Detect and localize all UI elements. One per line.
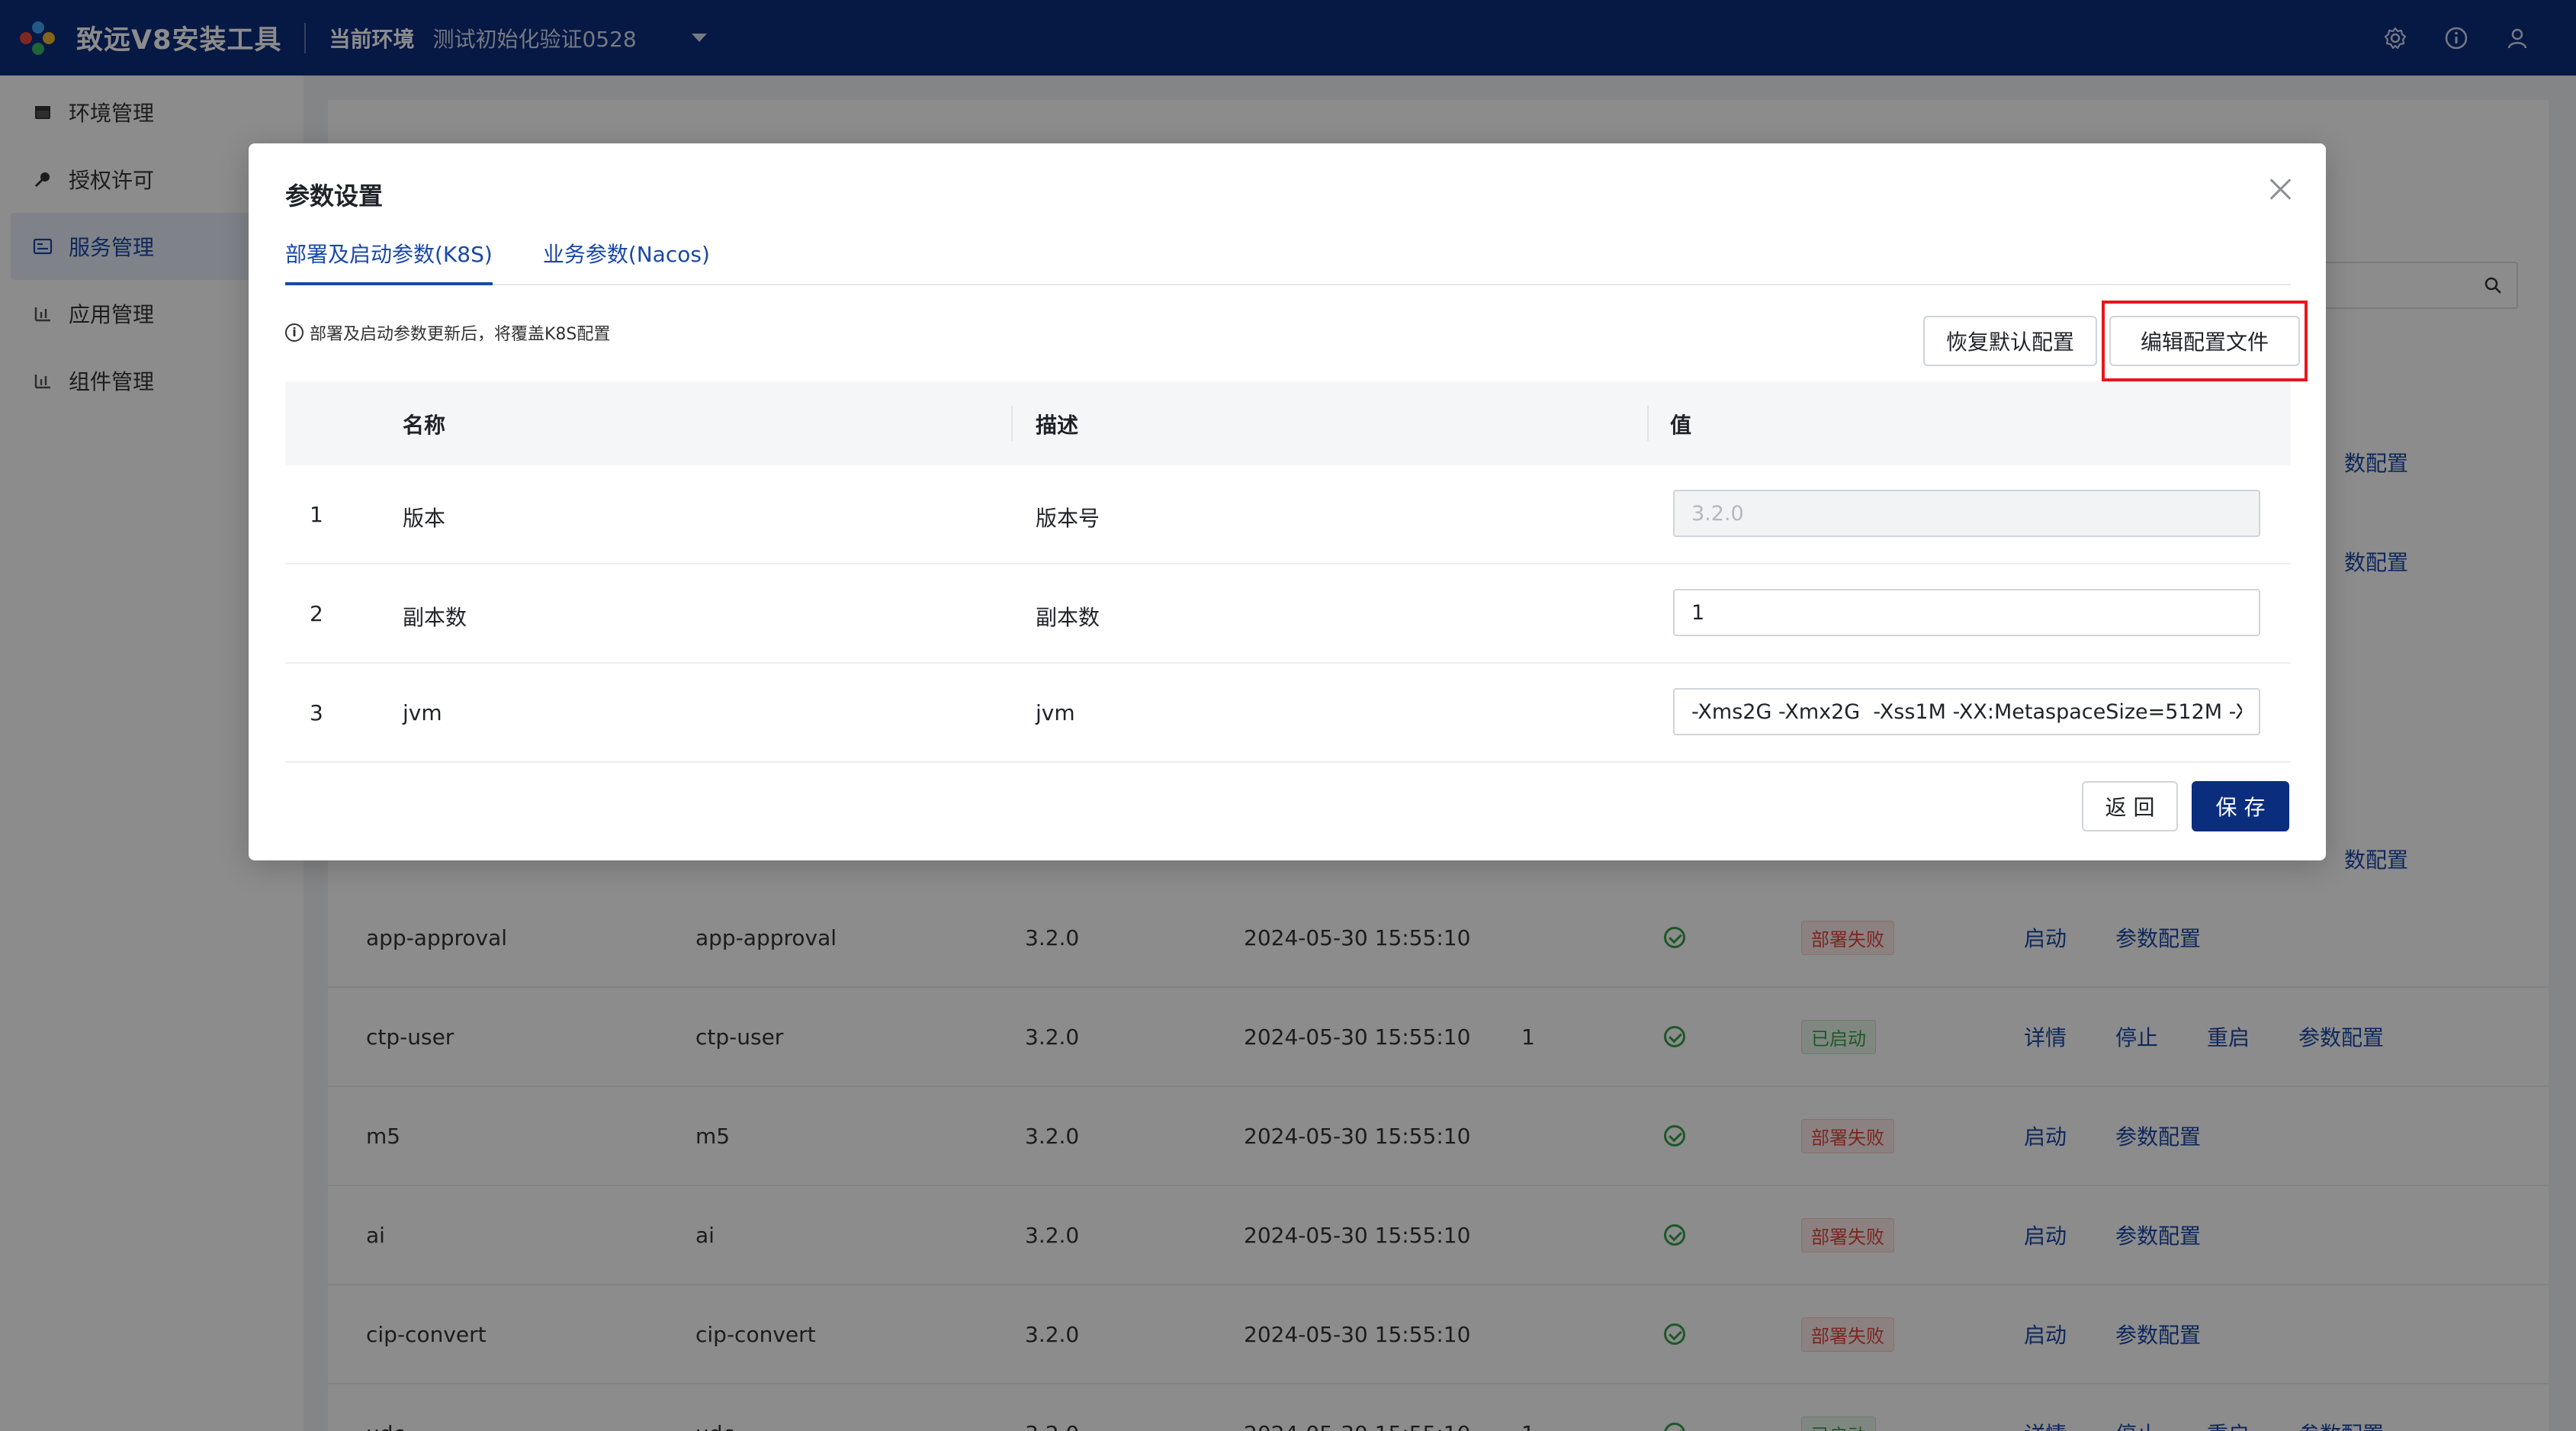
tab-k8s-params[interactable]: 部署及启动参数(K8S) xyxy=(285,233,493,285)
param-settings-modal: 参数设置 部署及启动参数(K8S) 业务参数(Nacos) i 部署及启动参数更… xyxy=(249,143,2326,860)
row-desc: 副本数 xyxy=(1036,605,1100,630)
table-header: 名称 描述 值 xyxy=(285,381,2291,465)
params-table: 名称 描述 值 1 版本 版本号 2 副本数 副本数 3 jvm jvm xyxy=(285,381,2291,763)
highlight-annotation xyxy=(2102,301,2308,381)
table-row: 2 副本数 副本数 xyxy=(285,564,2291,664)
save-button[interactable]: 保 存 xyxy=(2192,781,2289,831)
version-input xyxy=(1673,490,2260,537)
modal-title: 参数设置 xyxy=(285,182,384,211)
notice-label: 部署及启动参数更新后，将覆盖K8S配置 xyxy=(310,325,611,344)
column-divider xyxy=(1011,406,1013,441)
row-name: 版本 xyxy=(403,506,446,531)
close-icon[interactable] xyxy=(2265,174,2295,204)
jvm-input[interactable] xyxy=(1673,688,2260,735)
column-divider xyxy=(1647,406,1649,441)
row-desc: 版本号 xyxy=(1036,506,1100,531)
row-index: 1 xyxy=(310,502,323,527)
row-index: 2 xyxy=(310,601,323,626)
row-desc: jvm xyxy=(1036,700,1075,725)
table-row: 3 jvm jvm xyxy=(285,664,2291,763)
back-button[interactable]: 返 回 xyxy=(2082,781,2178,831)
row-name: 副本数 xyxy=(403,605,467,630)
modal-tabs: 部署及启动参数(K8S) 业务参数(Nacos) xyxy=(285,233,2291,285)
header-value: 值 xyxy=(1670,413,1692,438)
table-row: 1 版本 版本号 xyxy=(285,465,2291,564)
row-name: jvm xyxy=(403,700,442,725)
restore-default-button[interactable]: 恢复默认配置 xyxy=(1923,316,2097,366)
info-circle-icon: i xyxy=(285,323,304,342)
replicas-input[interactable] xyxy=(1673,589,2260,636)
header-desc: 描述 xyxy=(1036,413,1079,438)
notice-text: i 部署及启动参数更新后，将覆盖K8S配置 xyxy=(285,320,610,345)
tab-nacos-params[interactable]: 业务参数(Nacos) xyxy=(543,233,710,285)
header-name: 名称 xyxy=(403,413,446,438)
row-index: 3 xyxy=(310,700,323,725)
